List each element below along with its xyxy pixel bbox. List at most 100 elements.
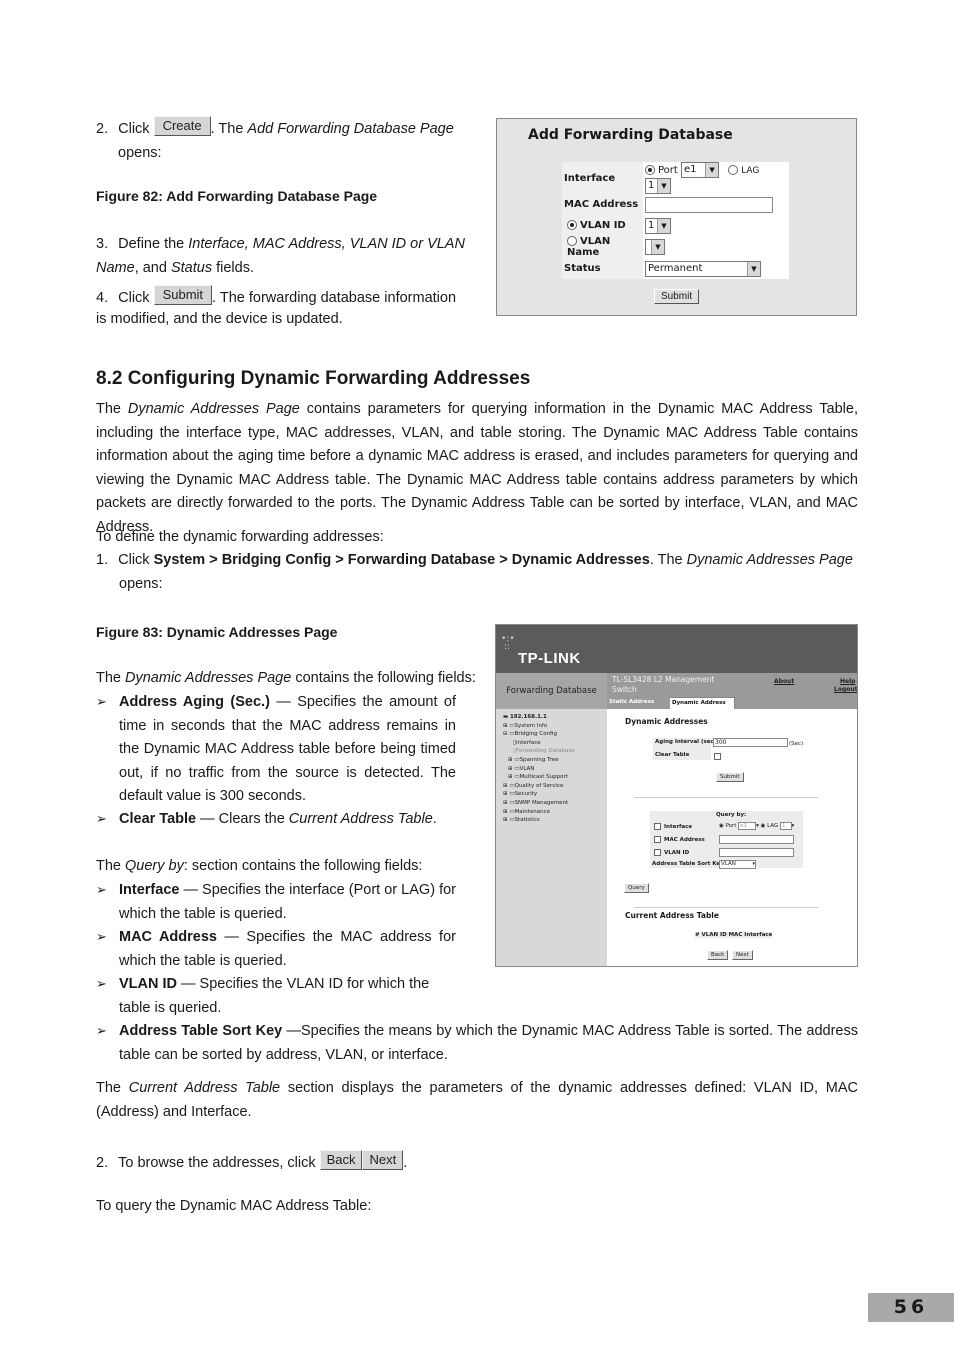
logout-link[interactable]: Logout [834,686,857,693]
computer-icon: ▬ [503,714,509,720]
tree-item-vlan[interactable]: ⊞ ▭VLAN [503,765,575,774]
query-label: VLAN ID [664,850,690,856]
bullet-icon: ➢ [96,929,107,944]
query-by-label: Query by: [716,812,747,818]
tree-item-interface[interactable]: ▯Interface [503,739,575,748]
tree-item-maintenance[interactable]: ⊞ ▭Maintenance [503,808,575,817]
step-1-end: opens: [119,576,163,592]
tp-link-logo: TP-LINK [518,650,581,667]
define-para: To define the dynamic forwarding address… [96,529,384,545]
query-interface: Interface [654,823,692,830]
status-select[interactable]: Permanent ▼ [645,260,761,277]
tree-item-root[interactable]: ▬ 192.168.1.1 [503,713,575,722]
submit-button[interactable]: Submit [716,772,744,782]
step-text: . The [649,552,687,568]
tree-label: Forwarding Database [516,748,575,755]
query-label: Interface [664,824,693,830]
vlan-name-radio[interactable] [567,236,577,246]
text: contains the following fields: [291,670,476,686]
lag-label: LAG [767,823,779,829]
tree-item-snmp[interactable]: ⊞ ▭SNMP Management [503,799,575,808]
tab-static-address[interactable]: Static Address [607,697,669,708]
back-button[interactable]: Back [707,950,729,960]
clear-table-checkbox[interactable] [714,753,721,760]
query-button[interactable]: Query [624,883,649,893]
mac-input[interactable] [719,835,794,844]
field-desc: — Clears the [196,811,289,827]
submit-button-image: Submit [153,285,213,306]
port-select[interactable]: e1 [738,822,757,830]
tree-item-bridging-config[interactable]: ⊟ ▭Bridging Config [503,730,575,739]
field-name: MAC Address [119,929,217,945]
lag-select[interactable]: 1 ▼ [645,178,671,194]
tree-label: Maintenance [514,808,550,815]
tree-item-statistics[interactable]: ⊞ ▭Statistics [503,816,575,825]
tab-dynamic-address[interactable]: Dynamic Address [670,697,735,709]
next-button-image: Next [362,1150,404,1171]
help-link[interactable]: Help [840,678,855,685]
vlan-id-value: 1 [648,219,655,231]
section-heading: 8.2 Configuring Dynamic Forwarding Addre… [96,368,531,389]
figure-83-caption: Figure 83: Dynamic Addresses Page [96,624,338,640]
tree-item-spanning-tree[interactable]: ⊞ ▭Spanning Tree [503,756,575,765]
table-name: Current Address Table [128,1080,281,1096]
port-select[interactable]: e1 ▼ [681,162,720,178]
step-number: 3. [96,236,109,252]
tree-label: Quality of Service [514,782,564,789]
lag-radio[interactable] [728,165,739,175]
tree-label: System Info [514,722,548,729]
mac-address-input[interactable] [645,196,773,213]
sort-key-select[interactable]: VLAN ▾ [719,860,756,869]
text: The [96,858,126,874]
aging-input[interactable]: 300 [713,738,788,747]
step-text: To browse the addresses, click [118,1155,316,1171]
step-2: 2. Click Create. The Add Forwarding Data… [96,116,466,165]
tree-item-forwarding-database[interactable]: ▯Forwarding Database [503,747,575,756]
section-name: Query by [125,858,184,874]
page-name: Add Forwarding Database Page [247,121,454,137]
form-title: Add Forwarding Database [528,127,733,143]
text: : section contains the following fields: [183,858,423,874]
vlan-id-select[interactable]: 1 ▼ [645,217,671,234]
vlan-checkbox[interactable] [654,849,661,856]
vlan-id-label: VLAN ID [580,220,626,231]
about-link[interactable]: About [774,678,794,685]
section-intro: The Dynamic Addresses Page contains para… [96,398,858,539]
step-text: Click [118,552,154,568]
tree-item-system-info[interactable]: ⊞ ▭System Info [503,722,575,731]
field-name: Status [170,259,213,276]
query-field-vlan: VLAN ID — Specifies the VLAN ID for whic… [119,973,456,1020]
step-1: 1. Click System > Bridging Config > Forw… [96,549,858,573]
tree-label: Security [514,791,538,798]
tree-item-security[interactable]: ⊞ ▭Security [503,790,575,799]
query-label: MAC Address [664,837,705,843]
tree-label: Interface [516,739,541,746]
port-label: Port [725,823,737,829]
bullet-icon: ➢ [96,811,107,826]
bullet-icon: ➢ [96,1023,107,1038]
step-number: 4. [96,290,109,306]
sort-key-value: VLAN [721,861,736,867]
mac-checkbox[interactable] [654,836,661,843]
submit-button[interactable]: Submit [654,289,700,304]
tree-item-qos[interactable]: ⊞ ▭Quality of Service [503,782,575,791]
step-text: Click [118,290,150,306]
lag-value: 1 [648,180,655,191]
tree-label: Spanning Tree [519,756,559,763]
step-text: . The forwarding database information is… [96,290,457,327]
vlan-input[interactable] [719,848,794,857]
page-name: Dynamic Addresses Page [127,401,300,417]
text: The [96,1080,129,1096]
vlan-id-radio[interactable] [567,220,577,230]
step-text: . [403,1155,408,1171]
status-value: Permanent [648,262,703,274]
interface-checkbox[interactable] [654,823,661,830]
tree-item-multicast[interactable]: ⊞ ▭Multicast Support [503,773,575,782]
vlan-name-select[interactable]: ▼ [645,239,665,255]
next-button[interactable]: Next [732,950,753,960]
step-3: 3. Define the Interface, MAC Address, VL… [96,233,466,280]
port-radio[interactable] [645,165,655,175]
lag-select[interactable]: 1 [780,822,792,830]
mac-address-label: MAC Address [562,194,643,215]
port-value: e1 [684,164,697,175]
